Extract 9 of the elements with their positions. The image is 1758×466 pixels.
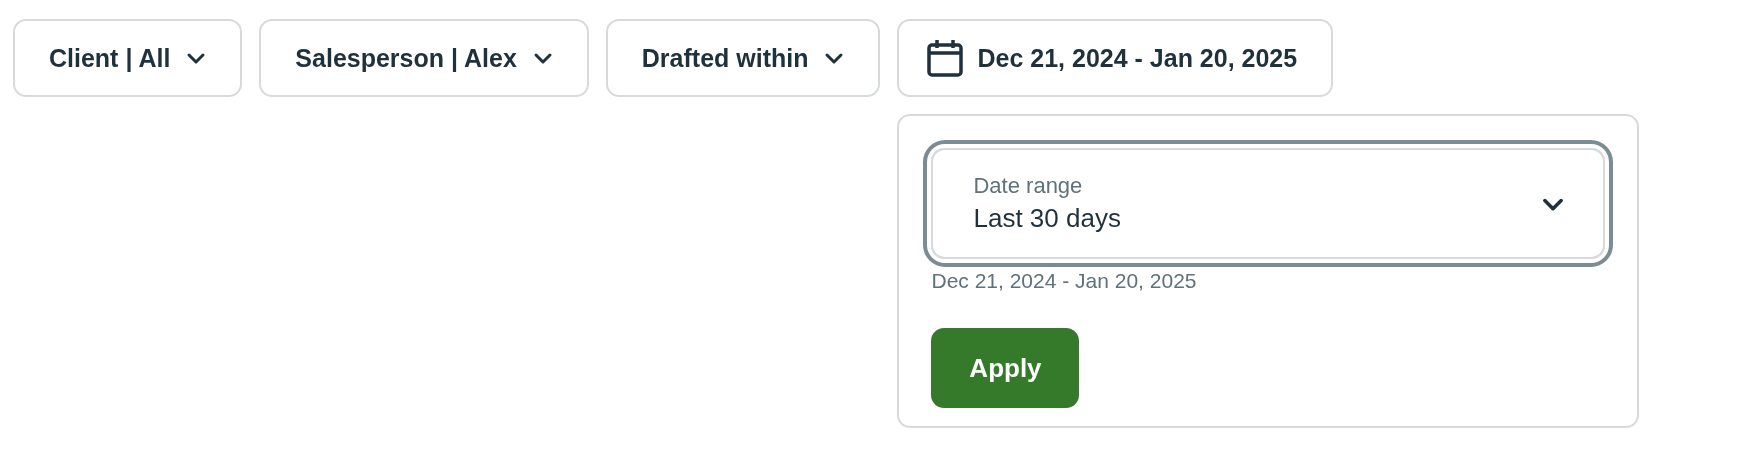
- apply-button[interactable]: Apply: [931, 328, 1080, 408]
- date-range-summary: Dec 21, 2024 - Jan 20, 2025: [931, 269, 1198, 293]
- date-range-button[interactable]: Dec 21, 2024 - Jan 20, 2025: [897, 19, 1334, 97]
- filter-dropdown[interactable]: Client | All: [13, 19, 243, 97]
- calendar-icon: [927, 39, 964, 77]
- select-label: Date range: [973, 173, 1084, 199]
- filter-dropdown[interactable]: Salesperson | Alex: [259, 19, 589, 97]
- select-value: Last 30 days: [973, 203, 1121, 234]
- filter-dropdown[interactable]: Drafted within: [605, 19, 881, 97]
